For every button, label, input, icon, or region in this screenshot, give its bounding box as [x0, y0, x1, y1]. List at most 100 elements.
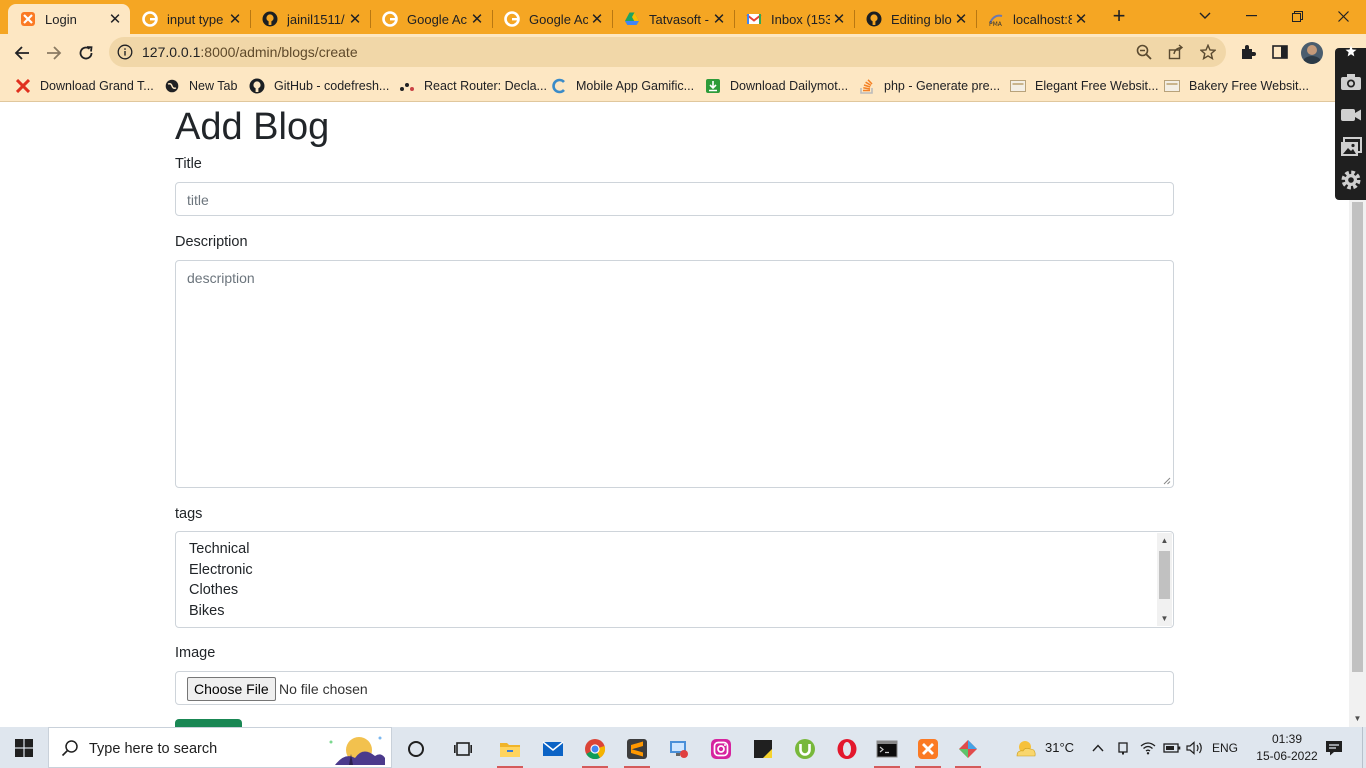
close-icon[interactable]: ✕ — [226, 10, 244, 28]
back-button[interactable] — [8, 39, 36, 67]
choose-file-button[interactable]: Choose File — [187, 677, 276, 701]
system-clock[interactable]: 01:39 15-06-2022 — [1252, 731, 1322, 765]
screen-capture-extension-panel — [1335, 45, 1366, 200]
bookmark-php-generate[interactable]: php - Generate pre... — [859, 77, 1000, 95]
bookmark-react-router[interactable]: React Router: Decla... — [399, 77, 547, 95]
utorrent-icon[interactable] — [785, 732, 825, 765]
tab-search-button[interactable] — [1182, 4, 1228, 28]
weather-widget[interactable]: 31°C — [1013, 727, 1074, 768]
bookmark-download-dailymotion[interactable]: Download Dailymot... — [705, 77, 848, 95]
new-tab-button[interactable]: + — [1108, 5, 1130, 28]
image-file-input[interactable]: Choose File No file chosen — [175, 671, 1174, 705]
tab-gmail-inbox[interactable]: Inbox (153 ✕ — [734, 4, 854, 34]
mail-icon[interactable] — [533, 732, 573, 765]
app-diamond-icon[interactable] — [948, 732, 988, 768]
close-icon[interactable]: ✕ — [468, 10, 486, 28]
camera-icon[interactable] — [1339, 70, 1363, 94]
close-icon[interactable]: ✕ — [346, 10, 364, 28]
scrollbar-thumb[interactable] — [1159, 551, 1170, 599]
scrollbar-thumb[interactable] — [1352, 202, 1363, 672]
url-text[interactable]: 127.0.0.1:8000/admin/blogs/create — [142, 44, 358, 60]
tab-title: input type — [167, 11, 224, 27]
sticky-notes-icon[interactable] — [743, 732, 783, 765]
scroll-down-arrow-icon[interactable]: ▼ — [1353, 715, 1362, 723]
bookmark-bakery-free-website[interactable]: Bakery Free Websit... — [1164, 77, 1309, 95]
url-path: :8000/admin/blogs/create — [200, 44, 358, 60]
taskbar-search-box[interactable]: Type here to search — [48, 727, 392, 768]
bookmark-download-grand[interactable]: Download Grand T... — [15, 77, 154, 95]
tab-github-jainil[interactable]: jainil1511/ ✕ — [250, 4, 370, 34]
network-adapter-icon[interactable] — [1116, 727, 1130, 768]
avatar[interactable] — [1301, 42, 1323, 64]
tab-input-type[interactable]: input type ✕ — [130, 4, 250, 34]
side-panel-icon[interactable] — [1270, 42, 1290, 62]
close-icon[interactable]: ✕ — [106, 10, 124, 28]
show-desktop-button[interactable] — [1362, 727, 1366, 768]
info-icon[interactable] — [117, 44, 133, 60]
video-camera-icon[interactable] — [1339, 103, 1363, 127]
title-input[interactable]: title — [175, 182, 1174, 216]
reload-icon — [79, 46, 93, 60]
close-icon[interactable]: ✕ — [830, 10, 848, 28]
bookmark-label: New Tab — [189, 79, 238, 93]
battery-icon[interactable] — [1163, 727, 1181, 768]
minimize-button[interactable] — [1228, 4, 1274, 28]
sublime-text-icon[interactable] — [617, 732, 657, 768]
bookmark-star-icon[interactable] — [1199, 43, 1217, 61]
bookmark-github-codefresh[interactable]: GitHub - codefresh... — [249, 77, 389, 95]
tag-option[interactable]: Clothes — [189, 582, 238, 598]
reload-button[interactable] — [72, 39, 100, 67]
terminal-icon[interactable] — [867, 732, 907, 768]
tags-scrollbar[interactable]: ▲ ▼ — [1157, 533, 1172, 626]
close-icon[interactable]: ✕ — [710, 10, 728, 28]
forward-button[interactable] — [40, 39, 68, 67]
tab-google-account-2[interactable]: Google Ac ✕ — [492, 4, 612, 34]
gallery-icon[interactable] — [1339, 135, 1363, 159]
submit-button[interactable] — [175, 719, 242, 727]
tag-option[interactable]: Technical — [189, 541, 249, 557]
gmail-icon — [746, 11, 762, 27]
volume-icon[interactable] — [1186, 727, 1204, 768]
bookmark-new-tab[interactable]: New Tab — [164, 77, 237, 95]
tag-option[interactable]: Bikes — [189, 603, 224, 619]
scroll-up-arrow-icon[interactable]: ▲ — [1160, 537, 1169, 545]
show-hidden-icons-button[interactable] — [1092, 727, 1104, 768]
task-view-icon[interactable] — [443, 732, 483, 765]
share-icon[interactable] — [1167, 43, 1185, 61]
close-icon[interactable]: ✕ — [1072, 10, 1090, 28]
close-window-button[interactable] — [1320, 4, 1366, 28]
close-icon[interactable]: ✕ — [588, 10, 606, 28]
file-explorer-icon[interactable] — [490, 732, 530, 768]
action-center-button[interactable] — [1325, 727, 1343, 768]
close-icon[interactable]: ✕ — [952, 10, 970, 28]
tab-login[interactable]: Login ✕ — [8, 4, 130, 34]
tags-multiselect[interactable]: Technical Electronic Clothes Bikes ▲ ▼ — [175, 531, 1174, 628]
tab-editing-blog[interactable]: Editing blo ✕ — [854, 4, 976, 34]
xampp-icon[interactable] — [908, 732, 948, 768]
bookmark-elegant-free-website[interactable]: Elegant Free Websit... — [1010, 77, 1158, 95]
opera-icon[interactable] — [827, 732, 867, 765]
description-textarea[interactable]: description — [175, 260, 1174, 488]
wifi-icon[interactable] — [1140, 727, 1156, 768]
bookmark-mobile-app-gamification[interactable]: Mobile App Gamific... — [551, 77, 694, 95]
extensions-puzzle-icon[interactable] — [1238, 42, 1258, 62]
tab-title: Editing blo — [891, 11, 952, 27]
tab-tatvasoft[interactable]: Tatvasoft - ✕ — [612, 4, 734, 34]
restore-button[interactable] — [1274, 4, 1320, 28]
tab-google-account-1[interactable]: Google Ac ✕ — [370, 4, 492, 34]
address-bar[interactable]: 127.0.0.1:8000/admin/blogs/create — [109, 37, 1226, 67]
resize-grip-icon[interactable] — [1163, 477, 1171, 485]
language-indicator[interactable]: ENG — [1212, 727, 1238, 768]
gear-icon[interactable] — [1339, 168, 1363, 192]
start-button[interactable] — [0, 727, 48, 768]
pin-icon[interactable] — [1339, 44, 1363, 58]
instagram-icon[interactable] — [701, 732, 741, 765]
control-panel-icon[interactable] — [659, 732, 699, 765]
cortana-icon[interactable] — [396, 732, 436, 765]
zoom-icon[interactable] — [1135, 43, 1153, 61]
tag-option[interactable]: Electronic — [189, 562, 253, 578]
tab-localhost[interactable]: PMA localhost:8 ✕ — [976, 4, 1096, 34]
bookmark-label: Elegant Free Websit... — [1035, 79, 1159, 93]
chrome-icon[interactable] — [575, 732, 615, 768]
scroll-down-arrow-icon[interactable]: ▼ — [1160, 615, 1169, 623]
